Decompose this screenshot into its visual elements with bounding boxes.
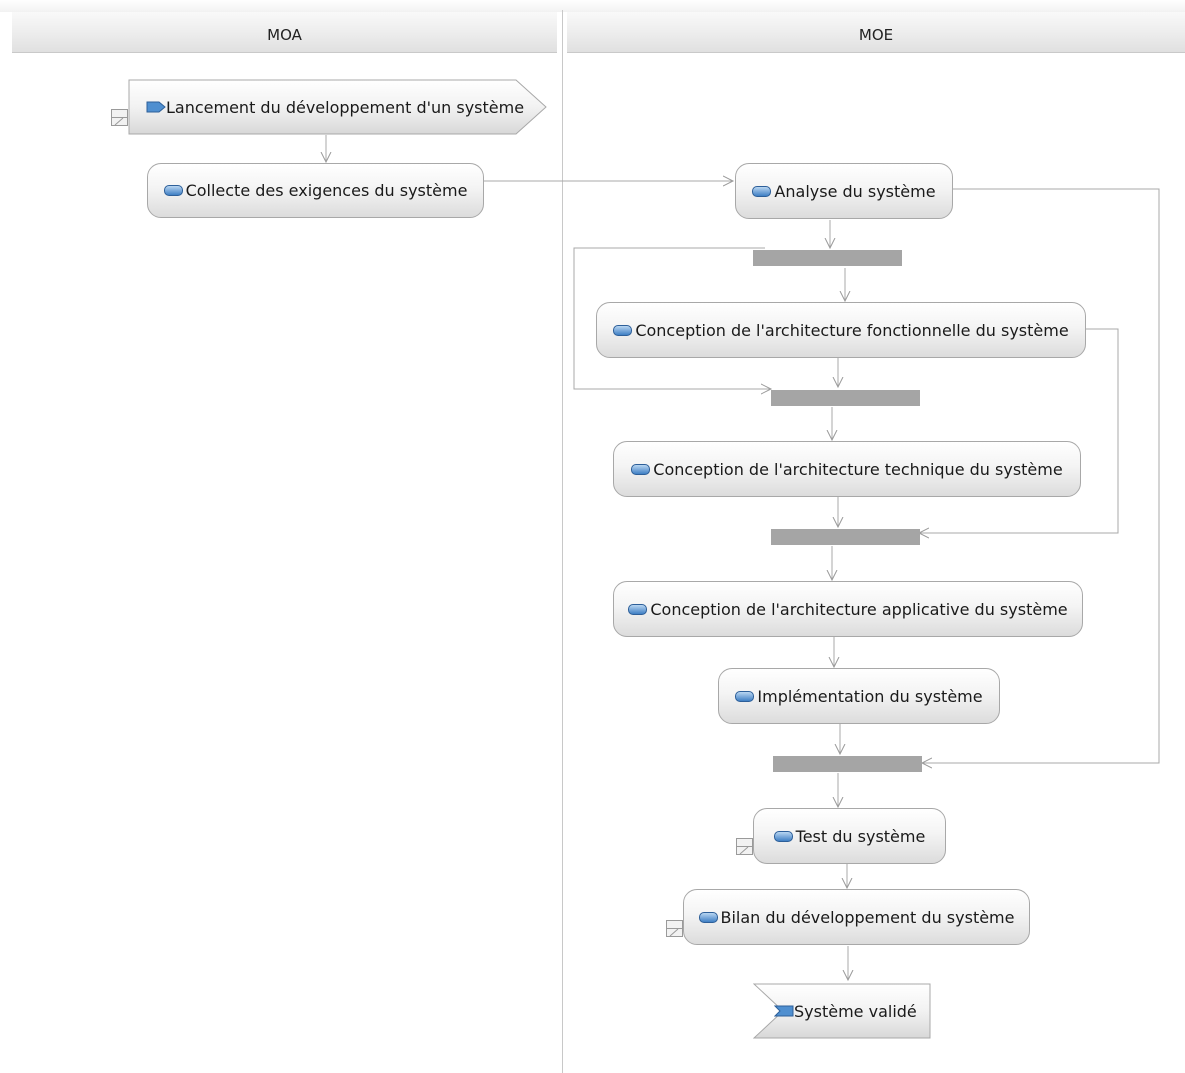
receive-signal-end-node[interactable]: Système validé bbox=[753, 983, 931, 1039]
action-label: Conception de l'architecture technique d… bbox=[653, 459, 1063, 479]
join-bar-1[interactable] bbox=[771, 390, 920, 406]
join-bar-2[interactable] bbox=[771, 529, 920, 545]
action-pill-icon bbox=[773, 830, 793, 842]
annotation-tag-icon bbox=[736, 838, 753, 855]
action-label: Analyse du système bbox=[774, 181, 936, 201]
action-pill-icon bbox=[698, 911, 718, 923]
annotation-tag-icon bbox=[666, 920, 683, 937]
send-signal-icon bbox=[146, 98, 166, 117]
action-conception-applicative[interactable]: Conception de l'architecture applicative… bbox=[613, 581, 1083, 637]
send-signal-start-node[interactable]: Lancement du développement d'un système bbox=[128, 79, 548, 135]
action-pill-icon bbox=[163, 185, 183, 196]
action-label: Test du système bbox=[795, 826, 926, 846]
action-pill-icon bbox=[628, 603, 648, 615]
action-collecte-exigences[interactable]: Collecte des exigences du système bbox=[147, 163, 484, 218]
start-node-label: Lancement du développement d'un système bbox=[166, 97, 525, 117]
action-label: Conception de l'architecture applicative… bbox=[650, 599, 1068, 619]
edge-fonctionnelle-join2 bbox=[919, 328, 1119, 533]
action-bilan-developpement[interactable]: Bilan du développement du système bbox=[683, 889, 1030, 945]
end-node-label: Système validé bbox=[794, 1001, 917, 1021]
action-conception-technique[interactable]: Conception de l'architecture technique d… bbox=[613, 441, 1081, 497]
action-pill-icon bbox=[631, 463, 651, 475]
action-conception-fonctionnelle[interactable]: Conception de l'architecture fonctionnel… bbox=[596, 302, 1086, 358]
action-implementation[interactable]: Implémentation du système bbox=[718, 668, 1000, 724]
annotation-tag-icon bbox=[111, 109, 128, 126]
action-test-systeme[interactable]: Test du système bbox=[753, 808, 946, 864]
fork-bar-1[interactable] bbox=[753, 250, 902, 266]
action-pill-icon bbox=[613, 324, 633, 336]
action-analyse-systeme[interactable]: Analyse du système bbox=[735, 163, 953, 219]
join-bar-3[interactable] bbox=[773, 756, 922, 772]
action-pill-icon bbox=[752, 185, 772, 197]
receive-signal-icon bbox=[773, 1002, 794, 1021]
action-label: Conception de l'architecture fonctionnel… bbox=[635, 320, 1069, 340]
action-label: Bilan du développement du système bbox=[720, 907, 1015, 927]
action-label: Implémentation du système bbox=[757, 686, 983, 706]
action-pill-icon bbox=[735, 690, 755, 702]
action-label: Collecte des exigences du système bbox=[185, 181, 468, 200]
